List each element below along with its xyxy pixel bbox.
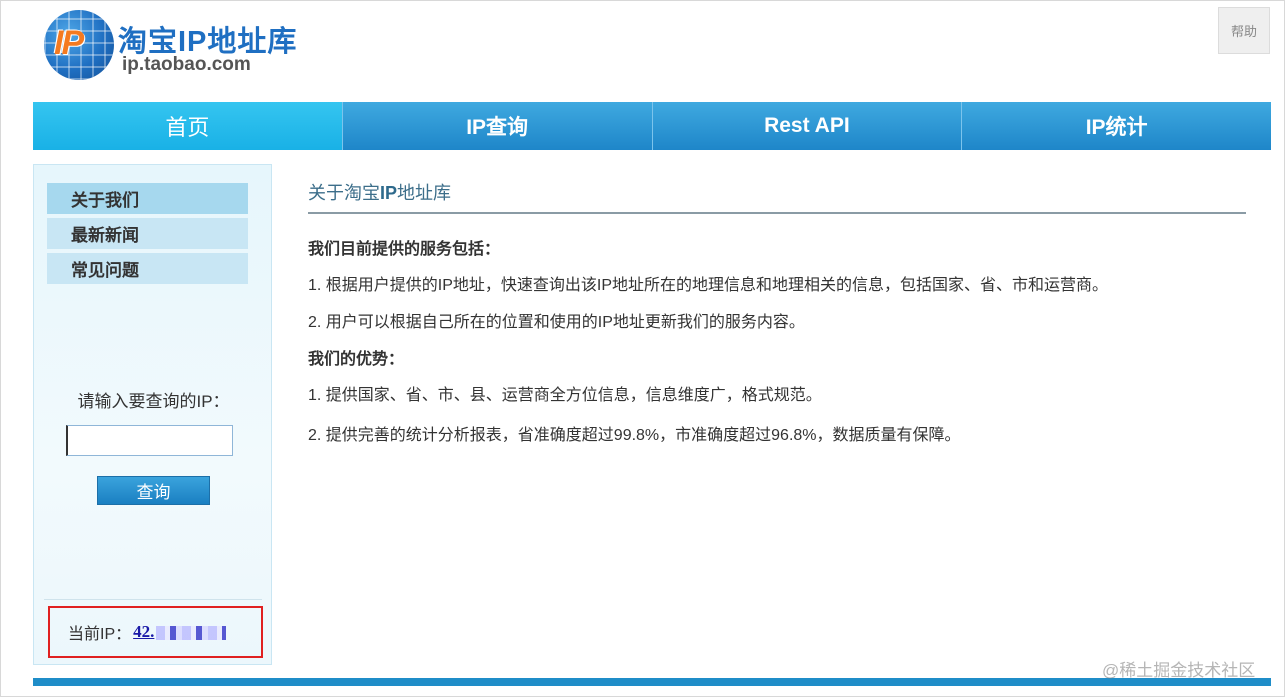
query-label: 请输入要查询的IP： — [77, 392, 230, 411]
nav-item-home[interactable]: 首页 — [33, 102, 343, 150]
nav-item-rest-api[interactable]: Rest API — [652, 102, 963, 150]
main-nav: 首页 IP查询 Rest API IP统计 — [33, 102, 1271, 150]
content-title-suffix: 地址库 — [397, 183, 452, 203]
content-title: 关于淘宝IP地址库 — [308, 164, 1246, 214]
sidebar: 关于我们 最新新闻 常见问题 请输入要查询的IP： 查询 当前IP： 42. — [33, 164, 272, 665]
advantage-item-2: 2. 提供完善的统计分析报表，省准确度超过99.8%，市准确度超过96.8%，数… — [308, 427, 961, 444]
service-item-1: 1. 根据用户提供的IP地址，快速查询出该IP地址所在的地理信息和地理相关的信息… — [308, 277, 1109, 294]
content-title-bold: IP — [380, 183, 398, 203]
site-logo[interactable]: IP 淘宝IP地址库 ip.taobao.com — [44, 10, 304, 80]
ip-redaction-blur — [156, 626, 227, 641]
current-ip-value: 42. — [133, 622, 155, 641]
service-item-2: 2. 用户可以根据自己所在的位置和使用的IP地址更新我们的服务内容。 — [308, 314, 805, 331]
help-button[interactable]: 帮助 — [1218, 7, 1270, 54]
ip-search-input[interactable] — [66, 425, 233, 456]
content-title-prefix: 关于淘宝 — [308, 183, 380, 203]
sidebar-item-about-us[interactable]: 关于我们 — [47, 183, 248, 214]
advantage-item-1: 1. 提供国家、省、市、县、运营商全方位信息，信息维度广，格式规范。 — [308, 387, 822, 404]
nav-item-ip-stats[interactable]: IP统计 — [962, 102, 1271, 150]
main-content: 关于淘宝IP地址库 我们目前提供的服务包括： 1. 根据用户提供的IP地址，快速… — [308, 164, 1246, 444]
sidebar-item-latest-news[interactable]: 最新新闻 — [47, 218, 248, 249]
current-ip-box: 当前IP： 42. — [48, 606, 263, 658]
footer-bar — [33, 678, 1271, 686]
sidebar-item-faq[interactable]: 常见问题 — [47, 253, 248, 284]
globe-icon: IP — [44, 10, 114, 80]
sidebar-menu: 关于我们 最新新闻 常见问题 — [47, 183, 248, 288]
advantages-heading: 我们的优势： — [308, 351, 405, 368]
current-ip-label: 当前IP： — [68, 626, 132, 643]
services-heading: 我们目前提供的服务包括： — [308, 241, 501, 258]
nav-item-ip-query[interactable]: IP查询 — [342, 102, 653, 150]
watermark: @稀土掘金技术社区 — [1102, 661, 1256, 680]
query-button[interactable]: 查询 — [97, 476, 210, 505]
current-ip-link[interactable]: 42. — [133, 622, 227, 642]
logo-subtitle: ip.taobao.com — [122, 54, 251, 75]
sidebar-divider — [44, 599, 262, 600]
logo-ip-badge: IP — [54, 24, 84, 62]
